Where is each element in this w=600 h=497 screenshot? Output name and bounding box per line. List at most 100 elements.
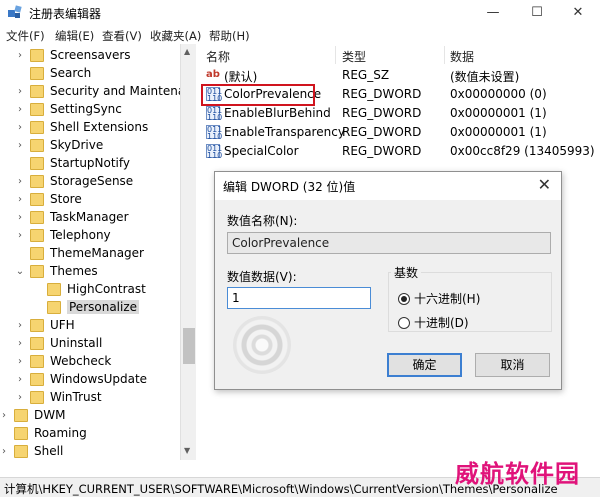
string-value-icon: ab <box>206 68 220 82</box>
decimal-radio[interactable]: 十进制(D) <box>398 314 469 331</box>
folder-icon <box>30 318 44 332</box>
value-data: 0x00cc8f29 (13405993) <box>450 144 595 158</box>
value-name-label: 数值名称(N): <box>227 214 298 228</box>
menu-favorites[interactable]: 收藏夹(A) <box>150 28 201 44</box>
dialog-close-icon[interactable]: ✕ <box>538 175 551 194</box>
tree-item[interactable]: › Screensavers <box>14 46 131 64</box>
value-name: (默认) <box>224 70 258 84</box>
folder-open-icon <box>30 264 44 278</box>
tree-item-personalize[interactable]: Personalize <box>31 298 140 316</box>
tree-item[interactable]: StartupNotify <box>14 154 130 172</box>
expand-arrow-icon[interactable]: › <box>14 140 26 151</box>
value-name: SpecialColor <box>224 144 299 158</box>
tree-item[interactable]: › StorageSense <box>14 172 133 190</box>
column-header-name[interactable]: 名称 <box>206 48 230 65</box>
folder-icon <box>30 48 44 62</box>
tree-item[interactable]: › TaskManager <box>14 208 129 226</box>
tree-item[interactable]: › Shell Extensions <box>14 118 148 136</box>
folder-icon <box>30 246 44 260</box>
expand-arrow-icon[interactable]: › <box>14 194 26 205</box>
folder-icon <box>30 102 44 116</box>
expand-arrow-icon[interactable]: › <box>14 392 26 403</box>
radio-selected-icon[interactable] <box>398 292 410 305</box>
column-header-type[interactable]: 类型 <box>342 48 366 65</box>
tree-scrollbar[interactable]: ▲ ▼ <box>180 44 196 460</box>
value-type: REG_SZ <box>342 68 390 82</box>
tree-item[interactable]: › Uninstall <box>14 334 102 352</box>
value-data-input[interactable]: 1 <box>227 287 371 309</box>
tree-item[interactable]: HighContrast <box>31 280 146 298</box>
window-title: 注册表编辑器 <box>29 7 102 21</box>
tree-item[interactable]: › Telephony <box>14 226 111 244</box>
close-button[interactable]: ✕ <box>556 0 600 26</box>
tree-item[interactable]: Search <box>14 64 91 82</box>
decimal-radio-label: 十进制(D) <box>414 316 469 330</box>
expand-arrow-icon[interactable]: › <box>14 338 26 349</box>
dword-value-icon: 011 110 <box>206 125 223 141</box>
dialog-body: 数值名称(N): ColorPrevalence 数值数据(V): 1 基数 十… <box>215 200 561 389</box>
expand-arrow-icon[interactable]: › <box>14 374 26 385</box>
tree-item[interactable]: ThemeManager <box>14 244 144 262</box>
ok-button[interactable]: 确定 <box>387 353 462 377</box>
tree-item[interactable]: › Security and Maintenance <box>14 82 195 100</box>
expand-arrow-icon[interactable]: › <box>14 212 26 223</box>
value-type: REG_DWORD <box>342 106 422 120</box>
tree-item[interactable]: › Store <box>14 190 82 208</box>
tree-item[interactable]: › WindowsUpdate <box>14 370 147 388</box>
value-type: REG_DWORD <box>342 87 422 101</box>
scroll-thumb[interactable] <box>183 328 195 364</box>
column-divider[interactable] <box>444 46 445 64</box>
tree-item[interactable]: › WinTrust <box>14 388 102 406</box>
tree-item-themes[interactable]: ⌄ Themes <box>14 262 98 280</box>
value-row[interactable]: 011 110 EnableBlurBehind REG_DWORD 0x000… <box>198 104 600 123</box>
menu-bar: 文件(F) 编辑(E) 查看(V) 收藏夹(A) 帮助(H) <box>0 26 600 44</box>
value-data: 0x00000001 (1) <box>450 125 547 139</box>
menu-view[interactable]: 查看(V) <box>102 28 142 44</box>
minimize-button[interactable]: — <box>471 0 515 26</box>
expand-arrow-icon[interactable]: › <box>14 50 26 61</box>
expand-arrow-icon[interactable]: › <box>14 356 26 367</box>
menu-file[interactable]: 文件(F) <box>6 28 45 44</box>
hex-radio[interactable]: 十六进制(H) <box>398 290 480 307</box>
value-type: REG_DWORD <box>342 125 422 139</box>
value-name: EnableTransparency <box>224 125 345 139</box>
expand-arrow-icon[interactable]: › <box>14 230 26 241</box>
cancel-button[interactable]: 取消 <box>475 353 550 377</box>
value-row[interactable]: ab (默认) REG_SZ (数值未设置) <box>198 66 600 85</box>
scroll-down-icon[interactable]: ▼ <box>184 446 190 455</box>
tree-item[interactable]: Roaming <box>0 424 87 442</box>
folder-icon <box>30 372 44 386</box>
maximize-button[interactable]: ☐ <box>515 0 559 26</box>
menu-help[interactable]: 帮助(H) <box>209 28 250 44</box>
tree-item[interactable]: › SettingSync <box>14 100 122 118</box>
expand-arrow-icon[interactable]: › <box>0 446 10 457</box>
expand-arrow-icon[interactable]: › <box>14 104 26 115</box>
edit-dword-dialog: 编辑 DWORD (32 位)值 ✕ 数值名称(N): ColorPrevale… <box>214 171 562 390</box>
menu-edit[interactable]: 编辑(E) <box>55 28 94 44</box>
hex-radio-label: 十六进制(H) <box>414 292 481 306</box>
expand-arrow-icon[interactable]: › <box>14 122 26 133</box>
tree-item[interactable]: › DWM <box>0 406 65 424</box>
scroll-up-icon[interactable]: ▲ <box>184 47 190 56</box>
tree-item[interactable]: › UFH <box>14 316 75 334</box>
value-row[interactable]: 011 110 SpecialColor REG_DWORD 0x00cc8f2… <box>198 142 600 161</box>
tree-item[interactable]: › SkyDrive <box>14 136 103 154</box>
collapse-arrow-icon[interactable]: ⌄ <box>14 266 26 277</box>
expand-arrow-icon[interactable]: › <box>14 86 26 97</box>
value-row[interactable]: 011 110 EnableTransparency REG_DWORD 0x0… <box>198 123 600 142</box>
folder-icon <box>30 138 44 152</box>
value-data: 0x00000000 (0) <box>450 87 547 101</box>
key-tree[interactable]: › Screensavers Search › Security and Maint… <box>0 44 196 460</box>
column-divider[interactable] <box>335 46 336 64</box>
column-header-data[interactable]: 数据 <box>450 48 474 65</box>
expand-arrow-icon[interactable]: › <box>0 410 10 421</box>
expand-arrow-icon[interactable]: › <box>14 320 26 331</box>
folder-icon <box>30 390 44 404</box>
folder-icon <box>30 228 44 242</box>
folder-icon <box>30 336 44 350</box>
swirl-graphic-icon <box>233 316 291 374</box>
expand-arrow-icon[interactable]: › <box>14 176 26 187</box>
radio-unselected-icon[interactable] <box>398 316 410 329</box>
tree-item[interactable]: › Webcheck <box>14 352 111 370</box>
tree-item[interactable]: › Shell <box>0 442 63 460</box>
